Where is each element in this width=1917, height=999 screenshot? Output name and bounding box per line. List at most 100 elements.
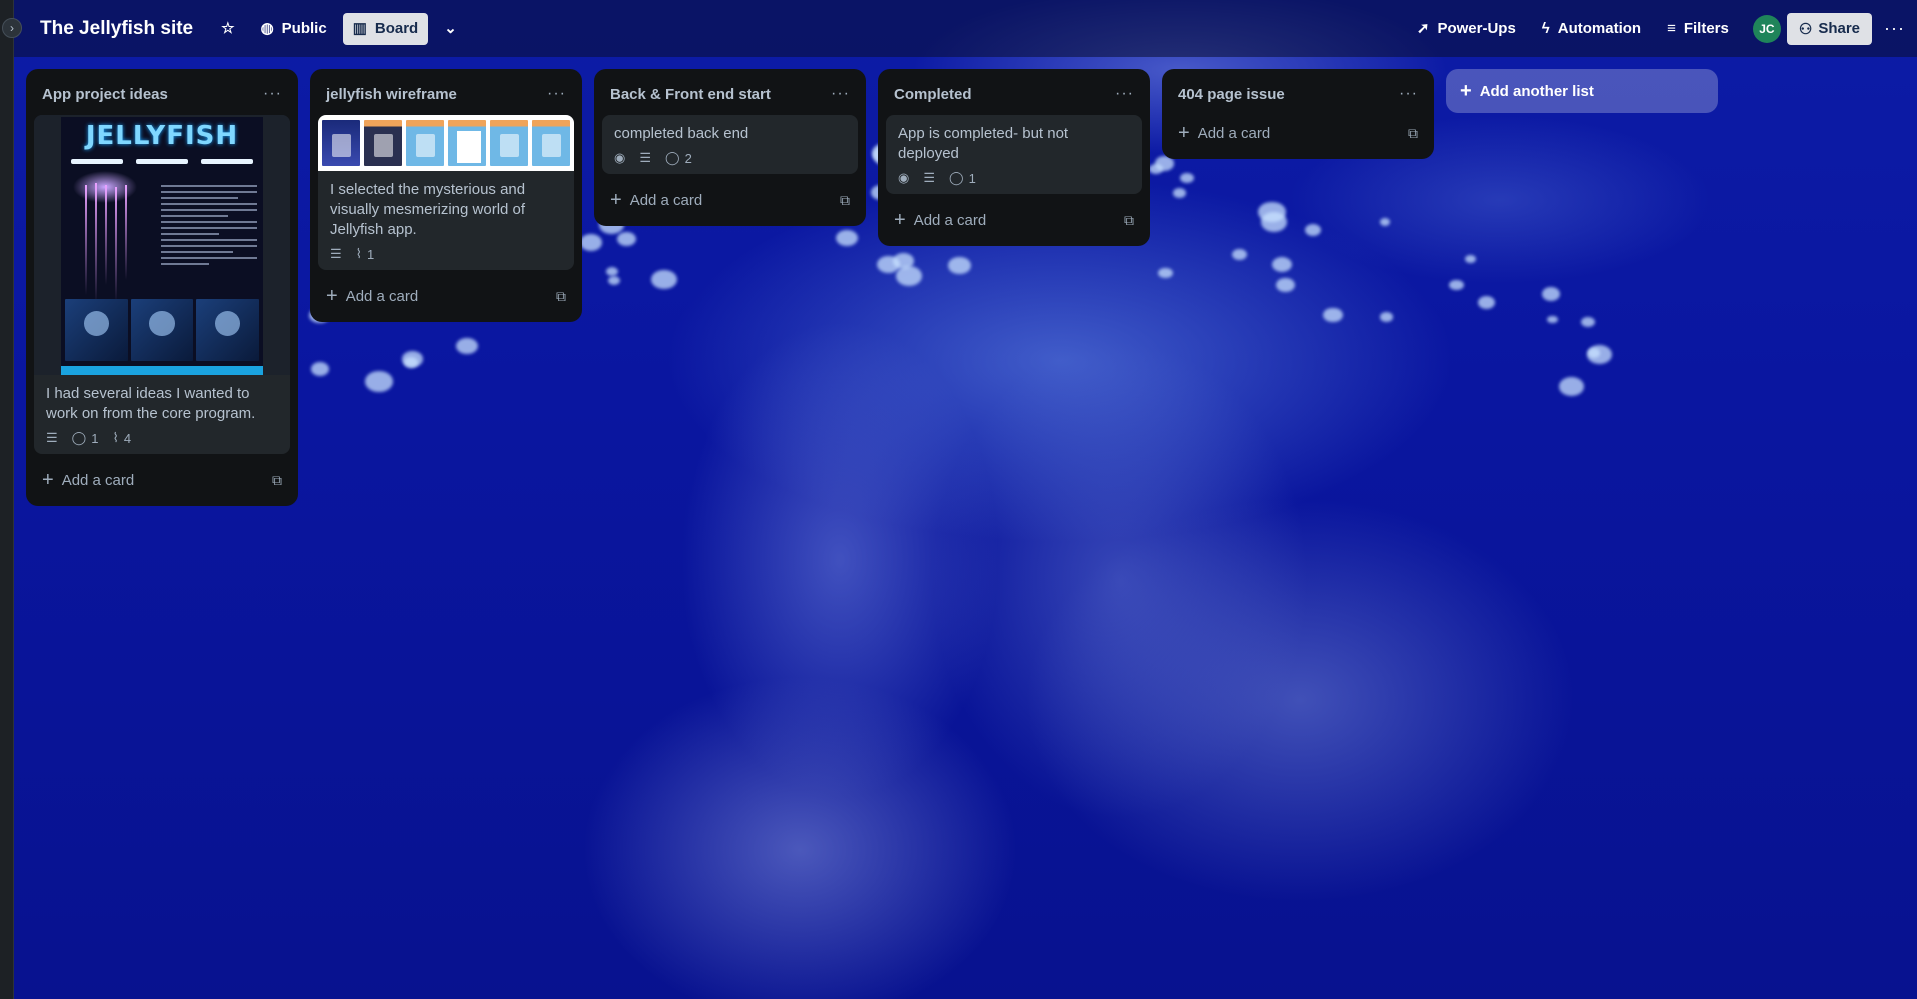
paperclip-icon: ⌇ [355,246,363,261]
list-jellyfish-wireframe[interactable]: jellyfish wireframe ··· I selected the m… [310,69,582,322]
list-title[interactable]: Completed [894,86,972,103]
add-card-label: Add a card [913,211,987,229]
template-icon[interactable]: ⧉ [556,288,566,305]
wireframe-thumbnail [406,120,444,166]
card[interactable]: I selected the mysterious and visually m… [318,115,574,270]
list-menu-button[interactable]: ··· [1115,85,1134,103]
card[interactable]: JELLYFISH I had several ideas I wanted t… [34,115,290,454]
avatar-initials: JC [1759,21,1775,36]
template-icon[interactable]: ⧉ [840,192,850,209]
list-title[interactable]: App project ideas [42,86,168,103]
card-title: completed back end [614,125,749,142]
add-another-list-button[interactable]: + Add another list [1446,69,1718,113]
comment-icon: ◯ [949,170,964,185]
jellyfish-poster-image: JELLYFISH [61,117,263,375]
list-app-project-ideas[interactable]: App project ideas ··· JELLYFISH I had se… [26,69,298,506]
list-404-page-issue[interactable]: 404 page issue ··· + Add a card ⧉ [1162,69,1434,159]
list-header: App project ideas ··· [34,75,290,115]
comment-icon: ◯ [665,150,680,165]
chevron-right-icon: › [10,21,14,35]
card[interactable]: App is completed- but not deployed ◉ ☰ ◯… [886,115,1142,194]
add-card-button[interactable]: + Add a card ⧉ [886,202,1142,238]
add-card-label: Add a card [345,287,419,305]
power-ups-button[interactable]: ➚ Power-Ups [1407,13,1526,45]
globe-icon: ◍ [260,20,274,37]
rocket-icon: ➚ [1416,20,1430,37]
poster-title: JELLYFISH [85,121,239,151]
card-badges: ☰ ⌇ 1 [330,246,562,262]
description-icon: ☰ [923,170,935,185]
list-title[interactable]: 404 page issue [1178,86,1285,103]
paperclip-icon: ⌇ [112,430,119,445]
card-badges: ☰ ◯ 1 ⌇ 4 [46,430,278,446]
wireframe-thumbnail [490,120,528,166]
comments-count: 2 [684,150,692,166]
list-header: Back & Front end start ··· [602,75,858,115]
card[interactable]: completed back end ◉ ☰ ◯ 2 [602,115,858,174]
list-title[interactable]: jellyfish wireframe [326,86,457,103]
card-badges: ◉ ☰ ◯ 1 [898,170,1130,186]
expand-sidebar-button[interactable]: › [2,18,22,38]
star-button[interactable]: ☆ [211,13,244,45]
description-badge: ☰ [46,430,58,446]
board-title[interactable]: The Jellyfish site [40,18,193,40]
board-menu-button[interactable]: ··· [1884,18,1905,39]
add-card-label: Add a card [629,191,703,209]
attachments-count: 1 [367,246,375,262]
list-menu-button[interactable]: ··· [831,85,850,103]
description-badge: ☰ [639,150,651,166]
share-user-icon: ⚇ [1798,20,1813,38]
watching-badge: ◉ [614,150,625,166]
share-button[interactable]: ⚇ Share [1786,12,1873,45]
attachments-count: 4 [123,430,132,446]
star-icon: ☆ [221,20,235,37]
board-view-button[interactable]: ▥ Board [342,12,429,45]
comments-badge: ◯ 1 [72,430,99,446]
visibility-label: Public [281,20,327,37]
view-switcher-button[interactable]: ⌄ [434,13,467,45]
template-icon[interactable]: ⧉ [1124,212,1134,229]
chevron-down-icon: ⌄ [444,20,457,37]
template-icon[interactable]: ⧉ [1408,125,1418,142]
list-completed[interactable]: Completed ··· App is completed- but not … [878,69,1150,246]
comments-count: 1 [968,170,976,186]
eye-icon: ◉ [614,150,626,165]
automation-label: Automation [1557,20,1642,37]
watching-badge: ◉ [898,170,909,186]
board-header: The Jellyfish site ☆ ◍ Public ▥ Board ⌄ … [14,0,1917,57]
add-card-button[interactable]: + Add a card ⧉ [318,278,574,314]
description-badge: ☰ [330,246,342,262]
list-title[interactable]: Back & Front end start [610,86,771,103]
board-icon: ▥ [352,20,367,37]
add-card-button[interactable]: + Add a card ⧉ [602,182,858,218]
description-icon: ☰ [46,430,58,445]
template-icon[interactable]: ⧉ [272,472,282,489]
eye-icon: ◉ [898,170,910,185]
list-menu-button[interactable]: ··· [263,85,282,103]
add-card-label: Add a card [1197,124,1271,142]
automation-button[interactable]: ϟ Automation [1532,13,1651,45]
plus-icon: + [1460,80,1472,102]
filters-button[interactable]: ≡ Filters [1657,13,1739,45]
list-back-front-end-start[interactable]: Back & Front end start ··· completed bac… [594,69,866,226]
plus-icon: + [894,209,906,231]
add-card-button[interactable]: + Add a card ⧉ [34,462,290,498]
avatar[interactable]: JC [1752,14,1781,43]
plus-icon: + [610,189,622,211]
list-menu-button[interactable]: ··· [1399,85,1418,103]
list-menu-button[interactable]: ··· [547,85,566,103]
filters-label: Filters [1683,20,1729,37]
attachments-badge: ⌇ 1 [356,246,375,262]
board-view-label: Board [374,20,419,37]
plus-icon: + [1178,122,1190,144]
add-card-label: Add a card [61,471,135,489]
list-header: jellyfish wireframe ··· [318,75,574,115]
lightning-icon: ϟ [1541,20,1550,37]
visibility-button[interactable]: ◍ Public [251,13,337,45]
sidebar-collapsed [0,0,14,999]
add-card-button[interactable]: + Add a card ⧉ [1170,115,1426,151]
filter-icon: ≡ [1667,20,1676,37]
card-cover-image [318,115,574,171]
comments-badge: ◯ 2 [665,150,692,166]
description-badge: ☰ [923,170,935,186]
